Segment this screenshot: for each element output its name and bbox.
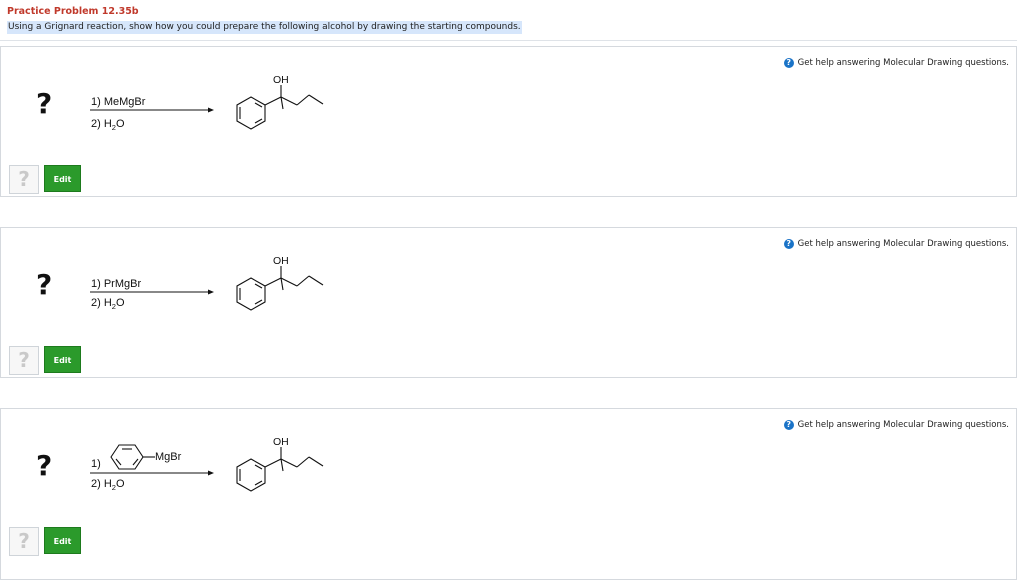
help-icon: ? (783, 239, 794, 249)
reagent-step-2: 2) H2O (91, 297, 125, 311)
arrow-head (208, 470, 214, 476)
reaction-scheme: 1) MgBr 2) H2O OH (90, 436, 324, 492)
reagent-group: MgBr (155, 451, 182, 463)
question-panel-2: ? Get help answering Molecular Drawing q… (0, 227, 1017, 378)
reagent-step-2: 2) H2O (91, 478, 125, 492)
edit-button[interactable]: Edit (44, 346, 81, 373)
problem-instruction: Using a Grignard reaction, show how you … (7, 21, 522, 34)
help-link[interactable]: ? Get help answering Molecular Drawing q… (783, 420, 1009, 430)
help-text: Get help answering Molecular Drawing que… (797, 239, 1009, 249)
reagent-step-1: 1) (91, 458, 101, 470)
answer-drawing-box[interactable]: ? (9, 527, 39, 556)
phenyl-ring-reagent (110, 444, 155, 470)
help-icon: ? (783, 58, 794, 68)
help-icon: ? (783, 420, 794, 430)
reagent-step-2: 2) H2O (91, 118, 125, 132)
help-link[interactable]: ? Get help answering Molecular Drawing q… (783, 239, 1009, 249)
help-text: Get help answering Molecular Drawing que… (797, 420, 1009, 430)
arrow-head (208, 107, 214, 113)
hydroxyl-label: OH (273, 436, 289, 448)
answer-drawing-box[interactable]: ? (9, 346, 39, 375)
product-molecule (236, 447, 324, 492)
product-molecule (236, 85, 324, 130)
reagent-step-1: 1) MeMgBr (91, 96, 146, 108)
hydroxyl-label: OH (273, 74, 289, 86)
question-panel-3: ? Get help answering Molecular Drawing q… (0, 408, 1017, 580)
page-header: Practice Problem 12.35b Using a Grignard… (0, 0, 1017, 41)
reagent-step-1: 1) PrMgBr (91, 278, 141, 290)
reaction-scheme: 1) MeMgBr 2) H2O OH (90, 74, 324, 132)
reaction-scheme: 1) PrMgBr 2) H2O OH (90, 255, 324, 311)
help-link[interactable]: ? Get help answering Molecular Drawing q… (783, 58, 1009, 68)
help-text: Get help answering Molecular Drawing que… (797, 58, 1009, 68)
arrow-head (208, 289, 214, 295)
problem-title: Practice Problem 12.35b (7, 6, 139, 17)
edit-button[interactable]: Edit (44, 165, 81, 192)
edit-button[interactable]: Edit (44, 527, 81, 554)
product-molecule (236, 266, 324, 311)
hydroxyl-label: OH (273, 255, 289, 267)
question-panel-1: ? Get help answering Molecular Drawing q… (0, 46, 1017, 197)
answer-drawing-box[interactable]: ? (9, 165, 39, 194)
